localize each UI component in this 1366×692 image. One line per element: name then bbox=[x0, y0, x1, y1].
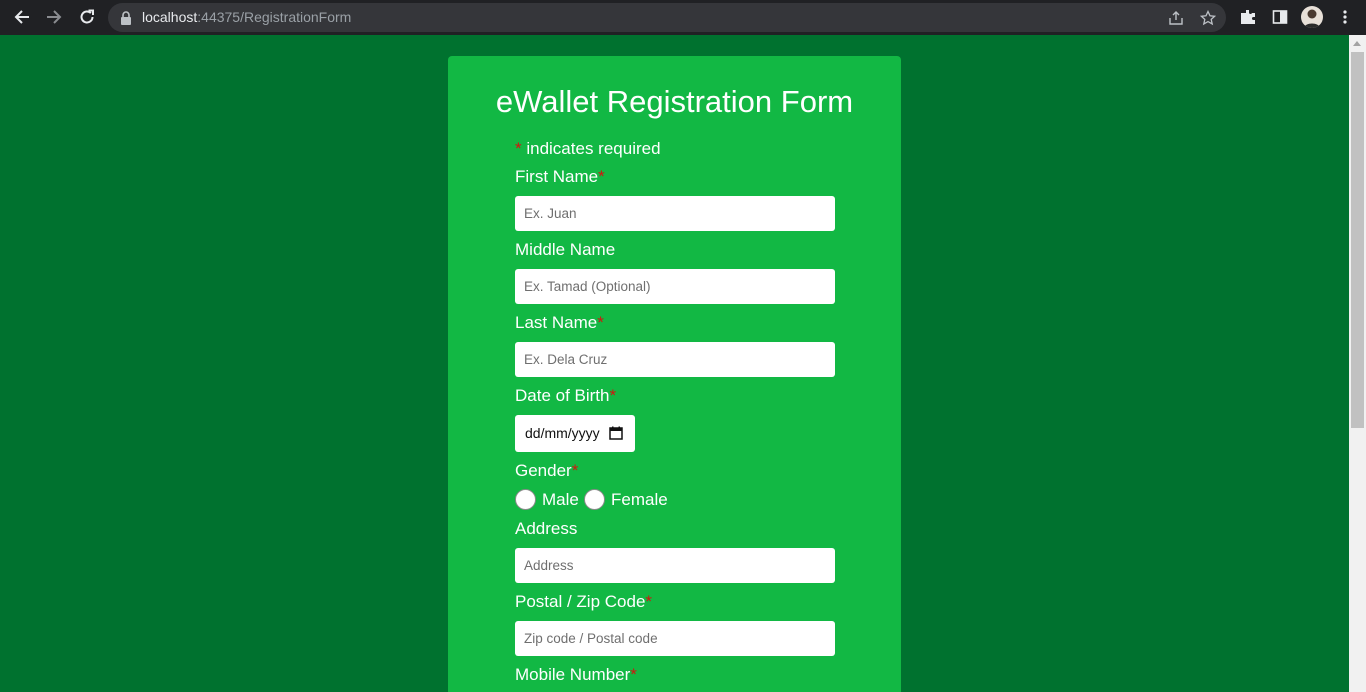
browser-toolbar: localhost:44375/RegistrationForm bbox=[0, 0, 1366, 35]
url-path: :44375/RegistrationForm bbox=[197, 9, 352, 25]
required-note-text: indicates required bbox=[521, 139, 661, 158]
first-name-input[interactable] bbox=[515, 196, 835, 231]
gender-male-label[interactable]: Male bbox=[542, 490, 579, 510]
share-icon[interactable] bbox=[1166, 8, 1186, 28]
first-name-required-mark: * bbox=[598, 167, 605, 186]
bookmark-star-icon[interactable] bbox=[1198, 8, 1218, 28]
dob-format-text: dd/mm/yyyy bbox=[525, 425, 600, 441]
last-name-required-mark: * bbox=[597, 313, 604, 332]
mobile-required-mark: * bbox=[630, 665, 637, 684]
dob-required-mark: * bbox=[609, 386, 617, 405]
scrollbar-thumb[interactable] bbox=[1351, 52, 1364, 428]
address-label: Address bbox=[515, 519, 577, 539]
lock-icon[interactable] bbox=[116, 8, 136, 28]
url-text: localhost:44375/RegistrationForm bbox=[142, 9, 351, 25]
first-name-label-text: First Name bbox=[515, 167, 599, 186]
last-name-label: Last Name* bbox=[515, 313, 604, 333]
dob-date-input[interactable]: dd/mm/yyyy bbox=[515, 415, 635, 452]
postal-input[interactable] bbox=[515, 621, 835, 656]
gender-female-radio[interactable] bbox=[584, 489, 605, 510]
first-name-label: First Name* bbox=[515, 167, 605, 187]
required-asterisk: * bbox=[515, 139, 522, 158]
middle-name-label: Middle Name bbox=[515, 240, 615, 260]
mobile-label-text: Mobile Number bbox=[515, 665, 631, 684]
side-panel-icon[interactable] bbox=[1268, 5, 1292, 29]
postal-label: Postal / Zip Code* bbox=[515, 592, 652, 612]
reload-icon[interactable] bbox=[75, 5, 99, 29]
calendar-icon[interactable] bbox=[609, 426, 623, 445]
profile-avatar[interactable] bbox=[1301, 6, 1323, 28]
postal-label-text: Postal / Zip Code bbox=[515, 592, 646, 611]
last-name-input[interactable] bbox=[515, 342, 835, 377]
forward-icon[interactable] bbox=[42, 5, 66, 29]
dob-label-text: Date of Birth bbox=[515, 386, 610, 405]
gender-label-text: Gender bbox=[515, 461, 572, 480]
middle-name-label-text: Middle Name bbox=[515, 240, 616, 259]
url-host: localhost bbox=[142, 9, 198, 25]
middle-name-input[interactable] bbox=[515, 269, 835, 304]
form-title: eWallet Registration Form bbox=[495, 84, 854, 119]
mobile-label: Mobile Number* bbox=[515, 665, 637, 685]
postal-required-mark: * bbox=[645, 592, 653, 611]
gender-label: Gender* bbox=[515, 461, 578, 481]
dob-label: Date of Birth* bbox=[515, 386, 616, 406]
address-label-text: Address bbox=[515, 519, 578, 538]
address-input[interactable] bbox=[515, 548, 835, 583]
last-name-label-text: Last Name bbox=[515, 313, 598, 332]
extensions-icon[interactable] bbox=[1236, 5, 1260, 29]
required-note: * indicates required bbox=[515, 139, 661, 159]
gender-required-mark: * bbox=[571, 461, 579, 480]
scroll-up-arrow-icon[interactable] bbox=[1353, 41, 1361, 46]
back-icon[interactable] bbox=[10, 5, 34, 29]
menu-kebab-icon[interactable] bbox=[1333, 5, 1357, 29]
gender-female-label[interactable]: Female bbox=[611, 490, 668, 510]
address-bar[interactable]: localhost:44375/RegistrationForm bbox=[108, 3, 1226, 32]
gender-male-radio[interactable] bbox=[515, 489, 536, 510]
